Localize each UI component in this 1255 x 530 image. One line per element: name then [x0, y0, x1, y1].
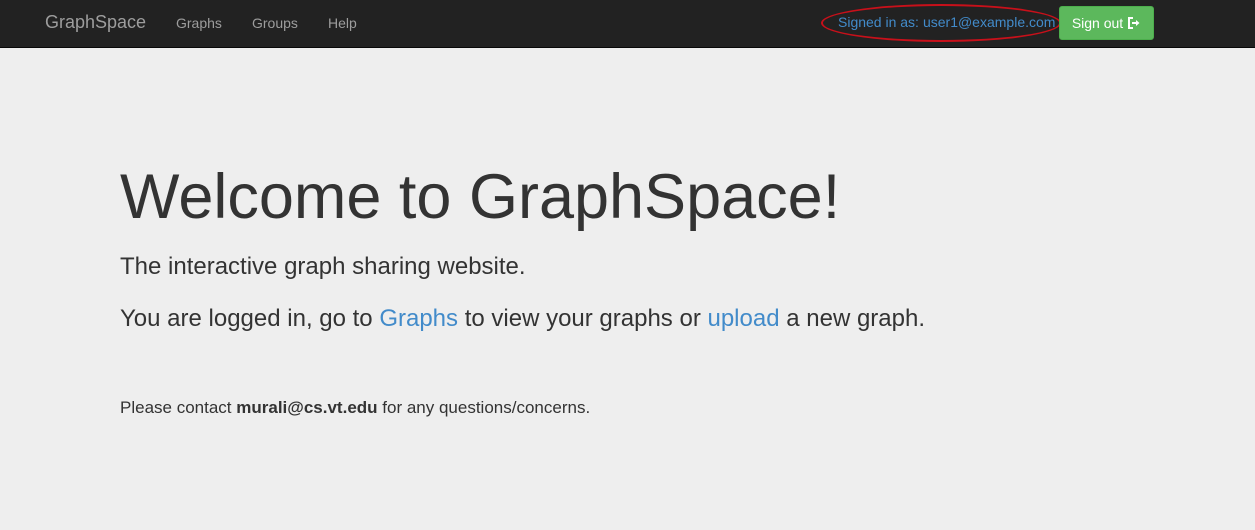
- nav-link-groups[interactable]: Groups: [252, 15, 298, 31]
- page-title: Welcome to GraphSpace!: [120, 162, 841, 232]
- sign-out-label: Sign out: [1071, 15, 1124, 31]
- contact-suffix: for any questions/concerns.: [377, 398, 591, 417]
- sign-out-icon: [1127, 16, 1141, 30]
- nav-link-help[interactable]: Help: [328, 15, 357, 31]
- upload-link[interactable]: upload: [707, 305, 779, 332]
- logged-in-text-2: to view your graphs or: [458, 305, 708, 332]
- contact-message: Please contact murali@cs.vt.edu for any …: [120, 396, 1120, 420]
- contact-prefix: Please contact: [120, 398, 237, 417]
- welcome-content: Welcome to GraphSpace! The interactive g…: [120, 160, 1120, 420]
- page-subtitle: The interactive graph sharing website.: [120, 253, 526, 280]
- logged-in-text-3: a new graph.: [779, 305, 925, 332]
- nav-link-graphs[interactable]: Graphs: [176, 15, 222, 31]
- signed-in-username: user1@example.com: [922, 14, 1056, 30]
- sign-out-button[interactable]: Sign out: [1059, 6, 1154, 40]
- logged-in-text-1: You are logged in, go to: [120, 305, 380, 332]
- brand-logo-link[interactable]: GraphSpace: [45, 12, 146, 33]
- logged-in-message: You are logged in, go to Graphs to view …: [120, 302, 1120, 336]
- contact-email: murali@cs.vt.edu: [236, 398, 378, 417]
- top-navbar: GraphSpace Graphs Groups Help Signed in …: [0, 0, 1255, 48]
- signed-in-user-link[interactable]: Signed in as: user1@example.com: [838, 14, 1055, 30]
- graphs-link[interactable]: Graphs: [379, 305, 458, 332]
- signed-in-prefix: Signed in as:: [838, 14, 919, 30]
